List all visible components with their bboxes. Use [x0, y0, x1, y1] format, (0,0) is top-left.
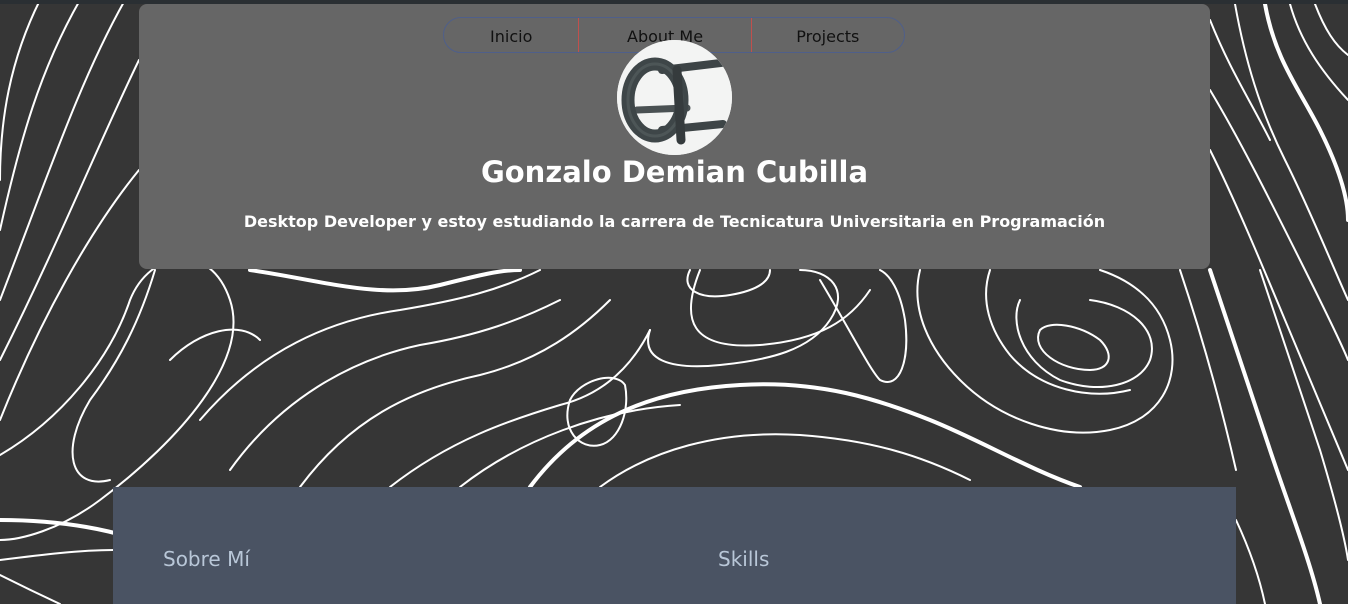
profile-tagline: Desktop Developer y estoy estudiando la … — [243, 212, 1106, 231]
nav-item-inicio[interactable]: Inicio — [444, 18, 580, 52]
top-bar — [0, 0, 1348, 4]
profile-name: Gonzalo Demian Cubilla — [480, 155, 869, 189]
profile-image-icon — [617, 40, 732, 155]
nav-item-projects[interactable]: Projects — [752, 18, 904, 52]
content-panel — [113, 487, 1236, 604]
skills-section-title: Skills — [718, 547, 770, 571]
about-section-title: Sobre Mí — [163, 547, 250, 571]
avatar — [617, 40, 732, 155]
